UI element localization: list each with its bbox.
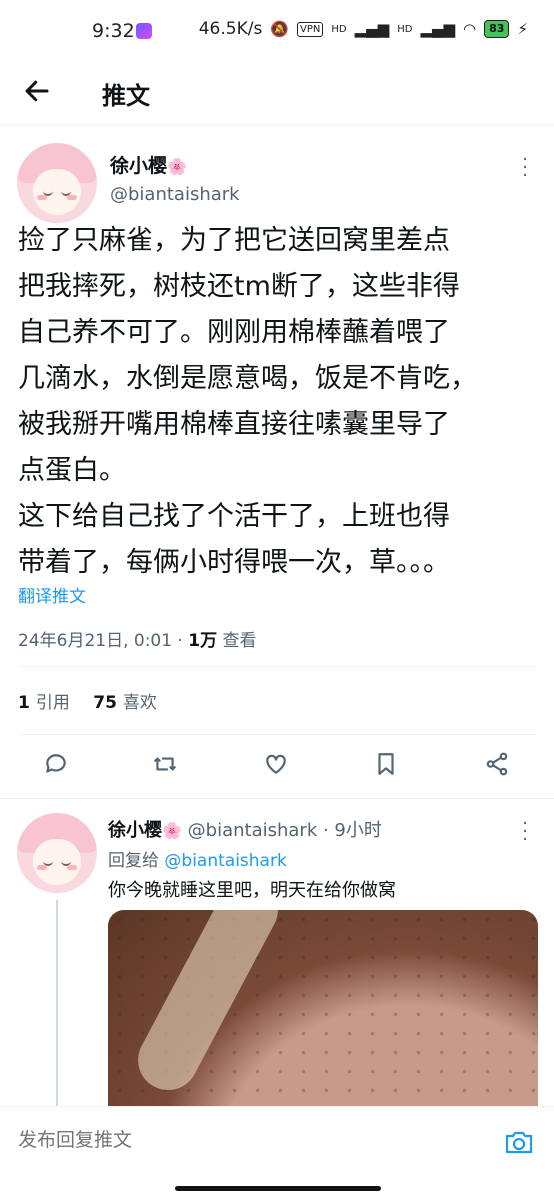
top-app-bar: 推文 xyxy=(0,62,554,125)
back-arrow-icon[interactable] xyxy=(22,76,56,110)
reply-author-name: 徐小樱 xyxy=(108,820,162,841)
like-heart-icon[interactable] xyxy=(260,748,292,780)
signal-bars-icon-2: ▂▄▆ xyxy=(420,20,456,38)
reply-text: 你今晚就睡这里吧，明天在给你做窝 xyxy=(108,880,396,901)
thread-line xyxy=(56,900,58,1120)
signal-hd-icon: HD xyxy=(331,23,347,35)
reply-icon[interactable] xyxy=(40,748,72,780)
timestamp: 24年6月21日, 0:01 xyxy=(18,631,173,651)
quotes-stat[interactable]: 1 引用 xyxy=(18,693,70,713)
author-handle[interactable]: @biantaishark xyxy=(110,184,240,205)
author-name[interactable]: 徐小樱🌸 xyxy=(110,151,187,178)
reply-handle-time: @biantaishark · 9小时 xyxy=(181,820,382,841)
author-avatar[interactable] xyxy=(17,143,97,223)
wifi-icon: ◠ xyxy=(463,20,477,38)
divider xyxy=(18,734,536,735)
section-divider xyxy=(0,798,554,799)
battery-indicator: 83 xyxy=(484,20,510,38)
sakura-emoji: 🌸 xyxy=(167,157,187,176)
reply-composer xyxy=(0,1106,554,1179)
page-title: 推文 xyxy=(102,82,150,110)
divider xyxy=(18,666,536,667)
status-time: 9:32 xyxy=(92,20,135,42)
charging-icon: ⚡ xyxy=(517,20,528,38)
tweet-meta: 24年6月21日, 0:01 · 1万 查看 xyxy=(18,631,257,651)
more-options-icon[interactable]: · · · xyxy=(520,151,530,185)
translate-link[interactable]: 翻译推文 xyxy=(18,582,86,607)
views-count: 1万 xyxy=(188,631,218,651)
mute-icon: 🔕 xyxy=(270,20,289,38)
reply-header[interactable]: 徐小樱🌸 @biantaishark · 9小时 xyxy=(108,816,382,842)
reply-more-options-icon[interactable]: · · · xyxy=(520,815,530,849)
reply-input[interactable] xyxy=(18,1129,458,1151)
bookmark-icon[interactable] xyxy=(370,748,402,780)
action-bar xyxy=(0,740,554,788)
tweet-text: 捡了只麻雀，为了把它送回窝里差点 把我摔死，树枝还tm断了，这些非得 自己养不可… xyxy=(18,225,477,578)
status-bar: 9:32 46.5K/s 🔕 VPN HD ▂▄▆ HD ▂▄▆ ◠ 83 ⚡ xyxy=(0,0,554,62)
home-indicator[interactable] xyxy=(175,1186,381,1191)
retweet-icon[interactable] xyxy=(149,748,181,780)
tweet-stats: 1 引用 75 喜欢 xyxy=(18,688,157,713)
vpn-badge: VPN xyxy=(297,21,324,37)
reply-photo[interactable] xyxy=(108,910,538,1130)
sakura-emoji: 🌸 xyxy=(162,821,182,840)
camera-icon[interactable] xyxy=(504,1129,534,1155)
reply-to-handle[interactable]: @biantaishark xyxy=(164,851,286,871)
likes-stat[interactable]: 75 喜欢 xyxy=(93,693,157,713)
signal-bars-icon: ▂▄▆ xyxy=(354,20,390,38)
status-right-group: 46.5K/s 🔕 VPN HD ▂▄▆ HD ▂▄▆ ◠ 83 ⚡ xyxy=(199,19,528,39)
reply-to-line: 回复给 @biantaishark xyxy=(108,851,287,871)
network-speed: 46.5K/s xyxy=(198,19,263,39)
app-notification-icon xyxy=(136,23,152,39)
share-icon[interactable] xyxy=(481,748,513,780)
signal-hd-icon-2: HD xyxy=(397,23,413,35)
reply-author-avatar[interactable] xyxy=(17,813,97,893)
